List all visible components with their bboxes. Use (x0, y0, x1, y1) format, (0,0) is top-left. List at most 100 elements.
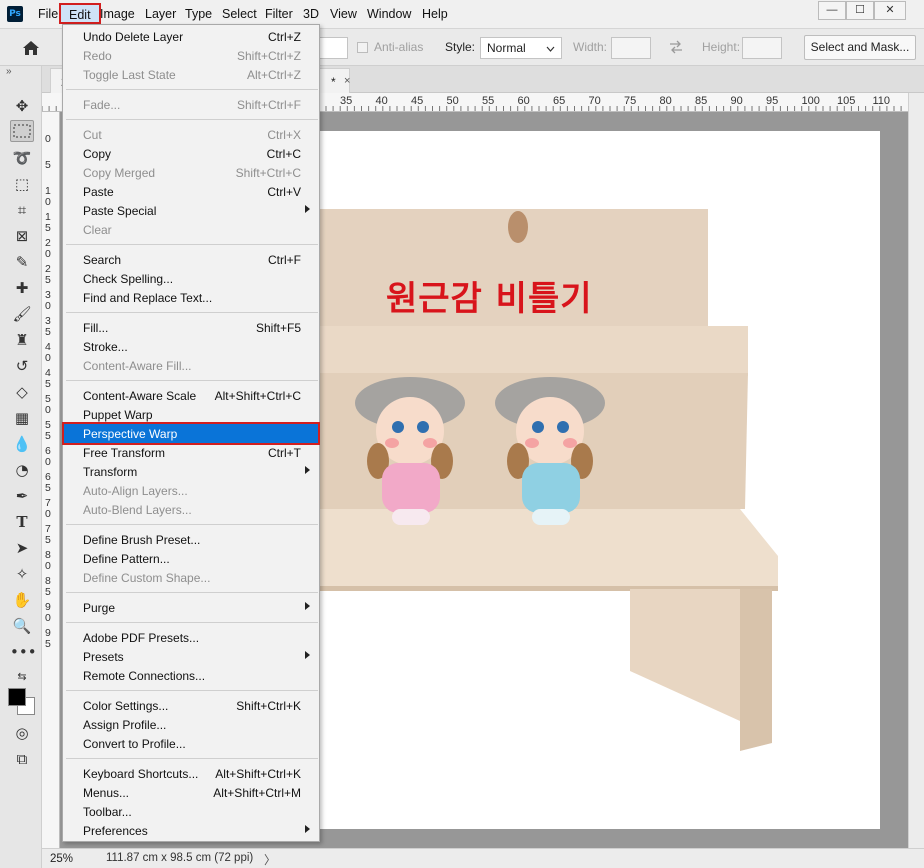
object-selection-tool-icon[interactable]: ⬚ (10, 173, 34, 195)
menu-item-label: Search (83, 253, 122, 267)
menu-item-menus[interactable]: Menus... Alt+Shift+Ctrl+M (64, 783, 318, 802)
menu-item-transform[interactable]: Transform (64, 462, 318, 481)
minimize-button[interactable]: — (818, 1, 846, 20)
vertical-scrollbar[interactable] (908, 93, 924, 848)
menu-item-fill[interactable]: Fill... Shift+F5 (64, 318, 318, 337)
blur-tool-icon[interactable]: 💧 (10, 433, 34, 455)
menu-item-paste[interactable]: Paste Ctrl+V (64, 182, 318, 201)
menu-window[interactable]: Window (367, 7, 411, 21)
menu-edit[interactable]: Edit (59, 3, 101, 24)
menu-layer[interactable]: Layer (145, 7, 176, 21)
close-tab-icon[interactable]: × (344, 75, 350, 87)
menu-item-check-spelling[interactable]: Check Spelling... (64, 269, 318, 288)
screen-mode-icon[interactable]: ⧉ (10, 748, 34, 770)
menu-item-copy[interactable]: Copy Ctrl+C (64, 144, 318, 163)
eraser-tool-icon[interactable]: ◇ (10, 381, 34, 403)
menu-item-find-and-replace-text[interactable]: Find and Replace Text... (64, 288, 318, 307)
menu-help[interactable]: Help (422, 7, 448, 21)
menu-item-label: Menus... (83, 786, 130, 800)
zoom-tool-icon[interactable]: 🔍 (10, 615, 34, 637)
close-button[interactable]: ✕ (874, 1, 906, 20)
menu-item-label: Toggle Last State (83, 68, 176, 82)
hand-tool-icon[interactable]: ✋ (10, 589, 34, 611)
menu-image[interactable]: Image (100, 7, 135, 21)
menu-item-label: Define Pattern... (83, 552, 170, 566)
brush-tool-icon[interactable]: 🖌 (10, 303, 34, 325)
menu-separator (66, 622, 318, 623)
pen-tool-icon[interactable]: ✒ (10, 485, 34, 507)
swap-icon[interactable] (668, 40, 684, 54)
more-tools-icon[interactable]: ••• (10, 641, 37, 663)
menu-item-label: Toolbar... (83, 805, 132, 819)
width-input[interactable] (611, 37, 651, 59)
menu-item-shortcut: Alt+Ctrl+Z (246, 68, 301, 82)
restore-button[interactable]: ☐ (846, 1, 874, 20)
path-selection-tool-icon[interactable]: ➤ (10, 537, 34, 559)
home-button[interactable] (14, 37, 48, 59)
menu-3d[interactable]: 3D (303, 7, 319, 21)
eyedropper-tool-icon[interactable]: ✎ (10, 251, 34, 273)
gradient-tool-icon[interactable]: ▦ (10, 407, 34, 429)
menu-item-puppet-warp[interactable]: Puppet Warp (64, 405, 318, 424)
menu-item-content-aware-scale[interactable]: Content-Aware Scale Alt+Shift+Ctrl+C (64, 386, 318, 405)
menu-item-label: Assign Profile... (83, 718, 167, 732)
menu-item-color-settings[interactable]: Color Settings... Shift+Ctrl+K (64, 696, 318, 715)
dodge-tool-icon[interactable]: ◔ (10, 459, 34, 481)
zoom-level-field[interactable]: 25% (50, 851, 92, 867)
menu-item-label: Transform (83, 465, 138, 479)
menu-select[interactable]: Select (222, 7, 257, 21)
menu-item-paste-special[interactable]: Paste Special (64, 201, 318, 220)
menu-filter[interactable]: Filter (265, 7, 293, 21)
menu-item-label: Keyboard Shortcuts... (83, 767, 199, 781)
select-and-mask-button[interactable]: Select and Mask... (804, 35, 916, 60)
menu-item-stroke[interactable]: Stroke... (64, 337, 318, 356)
style-select[interactable]: Normal (480, 37, 562, 59)
menu-item-undo-delete-layer[interactable]: Undo Delete Layer Ctrl+Z (64, 27, 318, 46)
menu-file[interactable]: File (38, 7, 58, 21)
menu-item-search[interactable]: Search Ctrl+F (64, 250, 318, 269)
menu-item-remote-connections[interactable]: Remote Connections... (64, 666, 318, 685)
menu-view[interactable]: View (330, 7, 357, 21)
menu-item-cut: Cut Ctrl+X (64, 125, 318, 144)
ruler-tick-label: 7 0 (45, 497, 51, 520)
menu-item-shortcut: Ctrl+T (268, 446, 301, 460)
menu-item-assign-profile[interactable]: Assign Profile... (64, 715, 318, 734)
crop-tool-icon[interactable]: ⌗ (10, 199, 34, 221)
feather-input[interactable] (318, 37, 348, 59)
quick-mask-icon[interactable]: ◎ (10, 722, 34, 744)
history-brush-tool-icon[interactable]: ↺ (10, 355, 34, 377)
frame-tool-icon[interactable]: ⊠ (10, 225, 34, 247)
collapse-panel-icon[interactable]: » (6, 66, 12, 77)
clone-stamp-tool-icon[interactable]: ♜ (10, 329, 34, 351)
menu-item-free-transform[interactable]: Free Transform Ctrl+T (64, 443, 318, 462)
menu-item-define-pattern[interactable]: Define Pattern... (64, 549, 318, 568)
menu-type[interactable]: Type (185, 7, 212, 21)
menu-item-adobe-pdf-presets[interactable]: Adobe PDF Presets... (64, 628, 318, 647)
status-menu-arrow-icon[interactable]: 〉 (264, 851, 276, 868)
menu-item-clear: Clear (64, 220, 318, 239)
menu-item-toolbar[interactable]: Toolbar... (64, 802, 318, 821)
menu-item-convert-to-profile[interactable]: Convert to Profile... (64, 734, 318, 753)
menu-item-keyboard-shortcuts[interactable]: Keyboard Shortcuts... Alt+Shift+Ctrl+K (64, 764, 318, 783)
home-icon (23, 41, 39, 55)
menu-item-define-brush-preset[interactable]: Define Brush Preset... (64, 530, 318, 549)
move-tool-icon[interactable]: ✥ (10, 95, 34, 117)
ruler-tick-label: 3 5 (45, 315, 51, 338)
anti-alias-checkbox[interactable] (357, 42, 368, 53)
ruler-tick-label: 60 (517, 95, 530, 107)
foreground-color-swatch[interactable] (8, 688, 26, 706)
lasso-tool-icon[interactable]: ➰ (10, 147, 34, 169)
healing-brush-tool-icon[interactable]: ✚ (10, 277, 34, 299)
rectangular-marquee-tool-icon[interactable] (10, 120, 34, 142)
height-input[interactable] (742, 37, 782, 59)
menu-item-presets[interactable]: Presets (64, 647, 318, 666)
menu-item-shortcut: Shift+Ctrl+Z (236, 49, 301, 63)
menu-item-purge[interactable]: Purge (64, 598, 318, 617)
swap-colors-icon[interactable]: ⇆ (10, 666, 34, 688)
type-tool-icon[interactable]: T (10, 511, 34, 533)
ruler-tick-label: 40 (375, 95, 388, 107)
custom-shape-tool-icon[interactable]: ✧ (10, 563, 34, 585)
menu-item-perspective-warp[interactable]: Perspective Warp (62, 422, 320, 445)
menu-item-preferences[interactable]: Preferences (64, 821, 318, 840)
edit-menu-dropdown: Undo Delete Layer Ctrl+Z Redo Shift+Ctrl+Z T… (62, 24, 320, 842)
